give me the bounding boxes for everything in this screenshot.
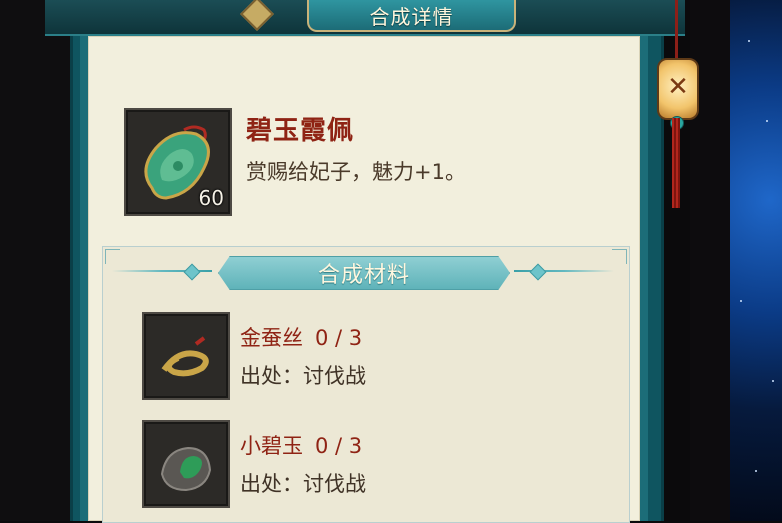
materials-title: 合成材料 [317, 263, 410, 288]
title-ornament-left-icon [240, 0, 274, 31]
material-slot[interactable] [142, 312, 230, 400]
lantern-string [675, 0, 678, 62]
gold-silk-icon [161, 336, 209, 377]
space-background [730, 0, 782, 521]
material-source: 出处：讨伐战 [240, 472, 366, 496]
dialog-title: 合成详情 [369, 4, 454, 29]
material-source: 出处：讨伐战 [240, 364, 366, 388]
item-slot[interactable]: 60 [124, 108, 232, 216]
left-background [0, 0, 70, 521]
title-bar: 合成详情 [45, 0, 685, 36]
material-count: 0 / 3 [315, 326, 363, 350]
item-description: 赏赐给妃子，魅力+1。 [246, 160, 466, 184]
close-icon: ✕ [667, 72, 689, 102]
materials-header: 合成材料 [218, 256, 510, 290]
material-name: 小碧玉 0 / 3 [240, 434, 363, 458]
material-slot[interactable] [142, 420, 230, 508]
lantern-tassel [672, 118, 680, 208]
material-name: 金蚕丝 0 / 3 [240, 326, 363, 350]
item-name: 碧玉霞佩 [246, 116, 355, 146]
material-count: 0 / 3 [315, 434, 363, 458]
small-jade-icon [160, 446, 212, 492]
title-plate: 合成详情 [307, 0, 516, 32]
item-quantity: 60 [198, 186, 224, 210]
lantern-close-button[interactable]: ✕ [657, 58, 699, 120]
